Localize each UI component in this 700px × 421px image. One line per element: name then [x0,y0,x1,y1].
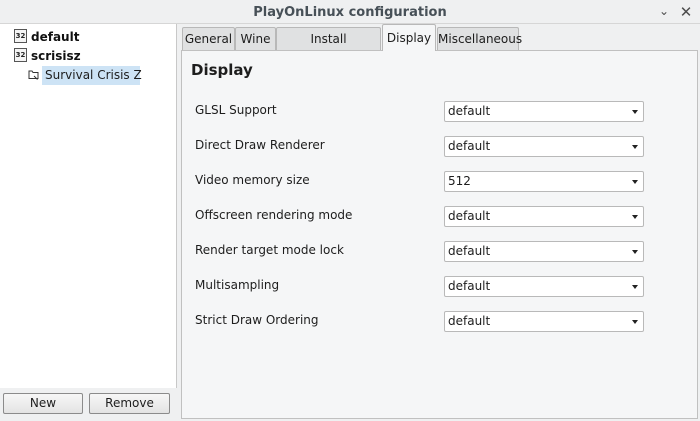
select-value: 512 [448,174,471,188]
new-button[interactable]: New [3,393,83,414]
tab-display[interactable]: Display [382,24,436,51]
tree-item-label: Survival Crisis Z [42,66,142,85]
prefix-tree[interactable]: 32 default 32 scrisisz Survival Crisis Z [0,24,177,388]
tree-item-label: scrisisz [31,49,81,63]
dropdown-arrow-icon [632,215,638,219]
dropdown-arrow-icon [632,285,638,289]
glsl-support-label: GLSL Support [195,103,277,117]
glsl-support-select[interactable]: default [444,101,644,122]
tab-miscellaneous[interactable]: Miscellaneous [437,27,522,50]
wine-32bit-icon: 32 [14,29,27,43]
dropdown-arrow-icon [632,250,638,254]
window-title: PlayOnLinux configuration [253,5,447,20]
dropdown-arrow-icon [632,110,638,114]
offscreen-rendering-mode-select[interactable]: default [444,206,644,227]
title-bar: PlayOnLinux configuration ⌄ ✕ [0,0,700,24]
tree-item-label: default [31,30,80,44]
tab-install-components[interactable]: Install components [276,27,381,68]
video-memory-size-select[interactable]: 512 [444,171,644,192]
game-shortcut-icon [28,70,39,80]
dropdown-arrow-icon [632,180,638,184]
strict-draw-ordering-label: Strict Draw Ordering [195,313,319,327]
dropdown-arrow-icon [632,320,638,324]
tab-wine[interactable]: Wine [235,27,276,50]
multisampling-select[interactable]: default [444,276,644,297]
offscreen-rendering-mode-label: Offscreen rendering mode [195,208,353,222]
tab-general[interactable]: General [182,27,235,50]
render-target-mode-lock-label: Render target mode lock [195,243,344,257]
dropdown-arrow-icon [632,145,638,149]
minimize-icon[interactable]: ⌄ [655,2,673,20]
select-value: default [448,244,491,258]
direct-draw-renderer-select[interactable]: default [444,136,644,157]
video-memory-size-label: Video memory size [195,173,310,187]
select-value: default [448,279,491,293]
wine-32bit-icon: 32 [14,48,27,62]
direct-draw-renderer-label: Direct Draw Renderer [195,138,325,152]
render-target-mode-lock-select[interactable]: default [444,241,644,262]
config-area: General Wine Install components Display … [178,24,700,421]
select-value: default [448,139,491,153]
select-value: default [448,209,491,223]
strict-draw-ordering-select[interactable]: default [444,311,644,332]
select-value: default [448,314,491,328]
panel-title: Display [191,61,253,79]
remove-button[interactable]: Remove [89,393,170,414]
display-panel: Display GLSL Support default Direct Draw… [181,50,698,419]
close-icon[interactable]: ✕ [677,3,695,21]
multisampling-label: Multisampling [195,278,280,292]
select-value: default [448,104,491,118]
